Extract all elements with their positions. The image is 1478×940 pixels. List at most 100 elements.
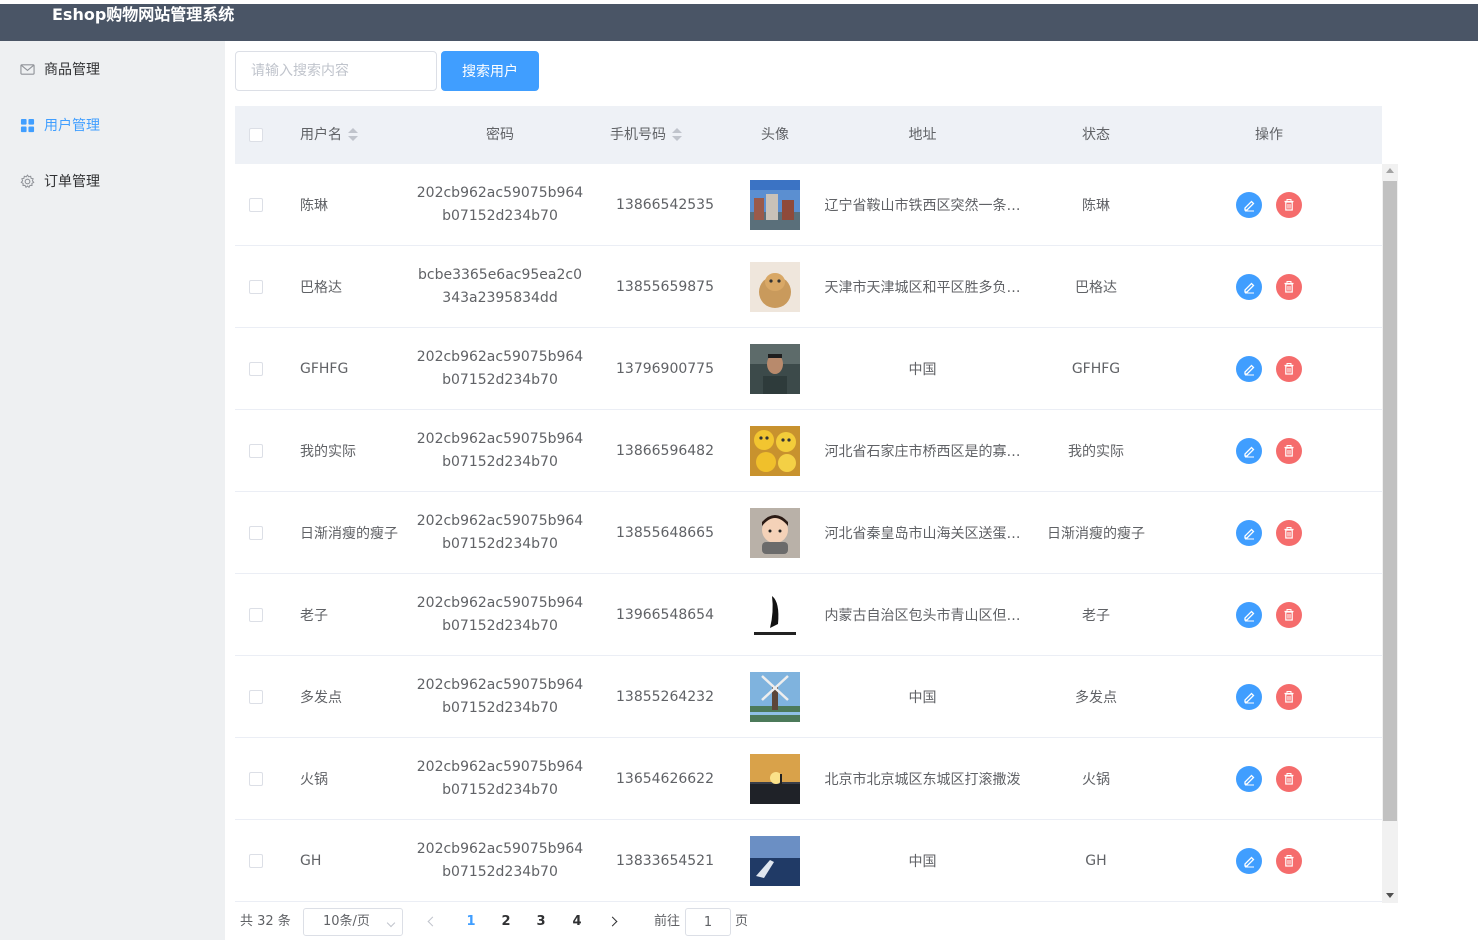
cell-status: 多发点 [1075, 689, 1117, 706]
trash-icon [1284, 773, 1294, 785]
edit-button[interactable] [1236, 356, 1262, 382]
sort-caret-icon[interactable] [348, 128, 358, 142]
next-page-icon[interactable] [607, 916, 618, 927]
delete-button[interactable] [1276, 274, 1302, 300]
edit-button[interactable] [1236, 684, 1262, 710]
page-button-2[interactable]: 2 [491, 907, 521, 937]
cell-phone: 13833654521 [616, 852, 714, 869]
page-button-4[interactable]: 4 [562, 907, 592, 937]
row-checkbox[interactable] [249, 444, 263, 458]
cell-username: 陈琳 [300, 197, 328, 214]
cell-username: GH [300, 852, 322, 869]
goto-label: 前往 [654, 914, 681, 929]
column-actions: 操作 [1255, 127, 1283, 143]
delete-button[interactable] [1276, 356, 1302, 382]
edit-button[interactable] [1236, 274, 1262, 300]
cell-avatar [740, 492, 810, 573]
delete-button[interactable] [1276, 766, 1302, 792]
cell-phone: 13796900775 [616, 360, 714, 377]
cell-password: 202cb962ac59075b964b07152d234b70 [416, 758, 584, 798]
page-button-1[interactable]: 1 [456, 907, 486, 937]
mail-icon [20, 63, 35, 75]
main-content: 搜索用户 用户名 密码 手机号码 头像 地址 状态 操作 陈琳 202cb962… [225, 41, 1478, 940]
edit-icon [1244, 528, 1255, 540]
edit-button[interactable] [1236, 192, 1262, 218]
avatar [750, 589, 800, 640]
table-scrollbar[interactable] [1382, 164, 1398, 903]
row-checkbox[interactable] [249, 854, 263, 868]
delete-button[interactable] [1276, 602, 1302, 628]
sidebar-item-users[interactable]: 用户管理 [0, 97, 225, 153]
delete-button[interactable] [1276, 684, 1302, 710]
row-checkbox[interactable] [249, 198, 263, 212]
delete-button[interactable] [1276, 848, 1302, 874]
app-title: Eshop购物网站管理系统 [52, 5, 235, 24]
cell-status: 我的实际 [1068, 443, 1124, 460]
cell-address: 河北省石家庄市桥西区是的寡… [824, 443, 1021, 460]
scroll-down-arrow-icon[interactable] [1386, 893, 1394, 898]
cell-address: 天津市天津城区和平区胜多负… [824, 279, 1021, 296]
sort-caret-icon[interactable] [672, 128, 682, 142]
edit-button[interactable] [1236, 602, 1262, 628]
column-address: 地址 [908, 127, 937, 143]
avatar [750, 835, 800, 886]
column-status: 状态 [1082, 127, 1110, 143]
edit-button[interactable] [1236, 766, 1262, 792]
sidebar: 商品管理 用户管理 订单管理 [0, 41, 225, 940]
sidebar-item-products[interactable]: 商品管理 [0, 41, 225, 97]
pagination: 共 32 条 10条/页 1 2 3 4 前往 页 [235, 907, 1235, 937]
row-checkbox[interactable] [249, 690, 263, 704]
edit-icon [1244, 774, 1255, 786]
table-header: 用户名 密码 手机号码 头像 地址 状态 操作 [235, 106, 1382, 164]
scroll-up-arrow-icon[interactable] [1386, 168, 1394, 173]
column-phone[interactable]: 手机号码 [610, 106, 720, 164]
avatar [750, 343, 800, 394]
sidebar-item-label: 订单管理 [44, 174, 100, 190]
row-checkbox[interactable] [249, 772, 263, 786]
goto-page-input[interactable] [685, 908, 731, 936]
page-button-3[interactable]: 3 [526, 907, 556, 937]
edit-button[interactable] [1236, 848, 1262, 874]
avatar [750, 507, 800, 558]
delete-button[interactable] [1276, 192, 1302, 218]
edit-button[interactable] [1236, 520, 1262, 546]
row-checkbox[interactable] [249, 526, 263, 540]
edit-button[interactable] [1236, 438, 1262, 464]
cell-phone: 13855264232 [616, 688, 714, 705]
prev-page-icon[interactable] [427, 916, 438, 927]
cell-avatar [740, 574, 810, 655]
trash-icon [1284, 281, 1294, 293]
delete-button[interactable] [1276, 438, 1302, 464]
cell-username: 我的实际 [300, 443, 356, 460]
search-input[interactable] [235, 51, 437, 91]
search-users-button[interactable]: 搜索用户 [441, 51, 539, 91]
page-size-select[interactable]: 10条/页 [303, 908, 403, 936]
cell-phone: 13855659875 [616, 278, 714, 295]
delete-button[interactable] [1276, 520, 1302, 546]
row-checkbox[interactable] [249, 608, 263, 622]
cell-avatar [740, 738, 810, 819]
scroll-thumb[interactable] [1383, 181, 1397, 821]
trash-icon [1284, 609, 1294, 621]
avatar [750, 261, 800, 312]
chevron-down-icon [386, 918, 396, 928]
column-avatar: 头像 [761, 127, 789, 143]
avatar [750, 179, 800, 230]
cell-username: 日渐消瘦的瘦子 [300, 525, 398, 542]
cell-avatar [740, 164, 810, 245]
row-checkbox[interactable] [249, 280, 263, 294]
table-row: 日渐消瘦的瘦子 202cb962ac59075b964b07152d234b70… [235, 492, 1382, 574]
page-suffix: 页 [735, 914, 749, 929]
sidebar-item-orders[interactable]: 订单管理 [0, 153, 225, 209]
edit-icon [1244, 856, 1255, 868]
column-username[interactable]: 用户名 [300, 106, 420, 164]
select-all-checkbox[interactable] [249, 128, 263, 142]
row-checkbox[interactable] [249, 362, 263, 376]
edit-icon [1244, 282, 1255, 294]
cell-phone: 13654626622 [616, 770, 714, 787]
edit-icon [1244, 200, 1255, 212]
cell-status: GH [1085, 852, 1107, 869]
table-row: 多发点 202cb962ac59075b964b07152d234b70 138… [235, 656, 1382, 738]
table-body: 陈琳 202cb962ac59075b964b07152d234b70 1386… [235, 164, 1382, 903]
trash-icon [1284, 199, 1294, 211]
